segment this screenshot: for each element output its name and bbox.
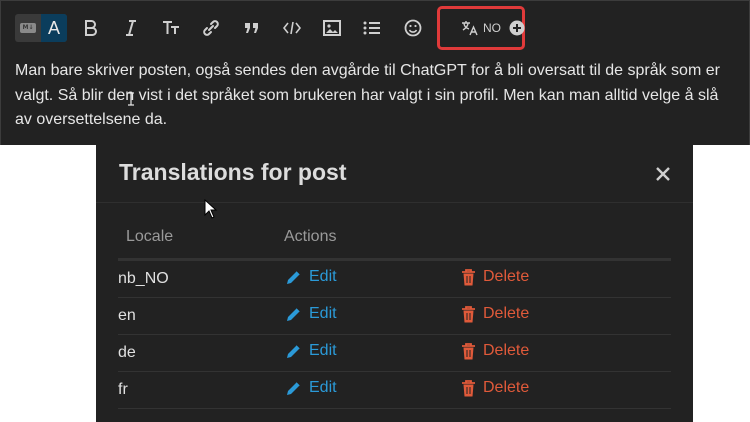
pencil-icon — [287, 381, 301, 395]
list-icon — [363, 21, 380, 35]
column-header-actions: Actions — [284, 228, 337, 245]
link-icon — [203, 20, 219, 36]
edit-label: Edit — [309, 379, 337, 396]
modal-header: Translations for post — [96, 145, 693, 203]
link-button[interactable] — [198, 15, 224, 41]
pencil-icon — [287, 307, 301, 321]
bold-icon — [85, 20, 97, 36]
markdown-mode-button[interactable]: M↓ — [15, 14, 41, 42]
markdown-icon: M↓ — [20, 23, 36, 33]
more-options-button[interactable] — [504, 15, 530, 41]
bullet-list-button[interactable] — [359, 15, 385, 41]
table-row: nb_NO Edit Delete — [118, 261, 671, 298]
row-locale: nb_NO — [118, 270, 169, 287]
trash-icon — [462, 379, 475, 396]
image-button[interactable] — [319, 15, 345, 41]
trash-icon — [462, 268, 475, 285]
quote-icon — [245, 23, 258, 33]
close-icon — [656, 167, 670, 181]
italic-icon — [126, 20, 136, 36]
delete-button[interactable]: Delete — [461, 268, 529, 286]
delete-label: Delete — [483, 379, 530, 396]
close-button[interactable] — [653, 164, 673, 184]
rich-text-mode-button[interactable]: A — [41, 14, 67, 42]
emoji-button[interactable] — [400, 15, 426, 41]
delete-button[interactable]: Delete — [461, 305, 529, 323]
trash-icon — [462, 342, 475, 359]
italic-button[interactable] — [118, 15, 144, 41]
pencil-icon — [287, 344, 301, 358]
editor-content[interactable]: Man bare skriver posten, også sendes den… — [15, 59, 737, 133]
column-header-locale: Locale — [126, 228, 174, 245]
row-locale: en — [118, 307, 136, 324]
code-button[interactable] — [279, 15, 305, 41]
edit-button[interactable]: Edit — [286, 305, 337, 323]
translate-icon — [462, 21, 478, 36]
delete-button[interactable]: Delete — [461, 379, 529, 397]
table-row: en Edit Delete — [118, 298, 671, 335]
edit-label: Edit — [309, 305, 337, 322]
delete-label: Delete — [483, 342, 530, 359]
composer-editor: M↓ A NO Man bare skriver posten, også se… — [0, 0, 750, 145]
editor-toolbar: M↓ A NO — [1, 1, 750, 53]
text-size-button[interactable] — [158, 15, 184, 41]
row-locale: fr — [118, 381, 128, 398]
modal-title: Translations for post — [119, 159, 347, 185]
table-row: fr Edit Delete — [118, 372, 671, 409]
text-size-icon — [163, 21, 179, 34]
image-icon — [323, 20, 341, 36]
mouse-pointer-icon — [204, 199, 218, 219]
delete-label: Delete — [483, 268, 530, 285]
code-icon — [283, 21, 301, 35]
edit-button[interactable]: Edit — [286, 342, 337, 360]
plus-circle-icon — [509, 20, 525, 36]
bold-button[interactable] — [78, 15, 104, 41]
translations-modal: Translations for post Locale Actions nb_… — [96, 145, 693, 422]
quote-button[interactable] — [239, 15, 265, 41]
rich-text-icon: A — [47, 17, 60, 38]
translations-table: Locale Actions nb_NO Edit Delete en Edit… — [118, 225, 671, 409]
edit-label: Edit — [309, 342, 337, 359]
pencil-icon — [287, 270, 301, 284]
emoji-icon — [404, 19, 422, 37]
edit-button[interactable]: Edit — [286, 379, 337, 397]
row-locale: de — [118, 344, 136, 361]
markdown-rich-toggle[interactable]: M↓ A — [15, 14, 67, 42]
edit-button[interactable]: Edit — [286, 268, 337, 286]
text-cursor-icon — [128, 92, 134, 106]
delete-button[interactable]: Delete — [461, 342, 529, 360]
edit-label: Edit — [309, 268, 337, 285]
trash-icon — [462, 305, 475, 322]
translate-locale-label: NO — [483, 21, 501, 35]
delete-label: Delete — [483, 305, 530, 322]
table-row: de Edit Delete — [118, 335, 671, 372]
table-header: Locale Actions — [118, 225, 671, 261]
